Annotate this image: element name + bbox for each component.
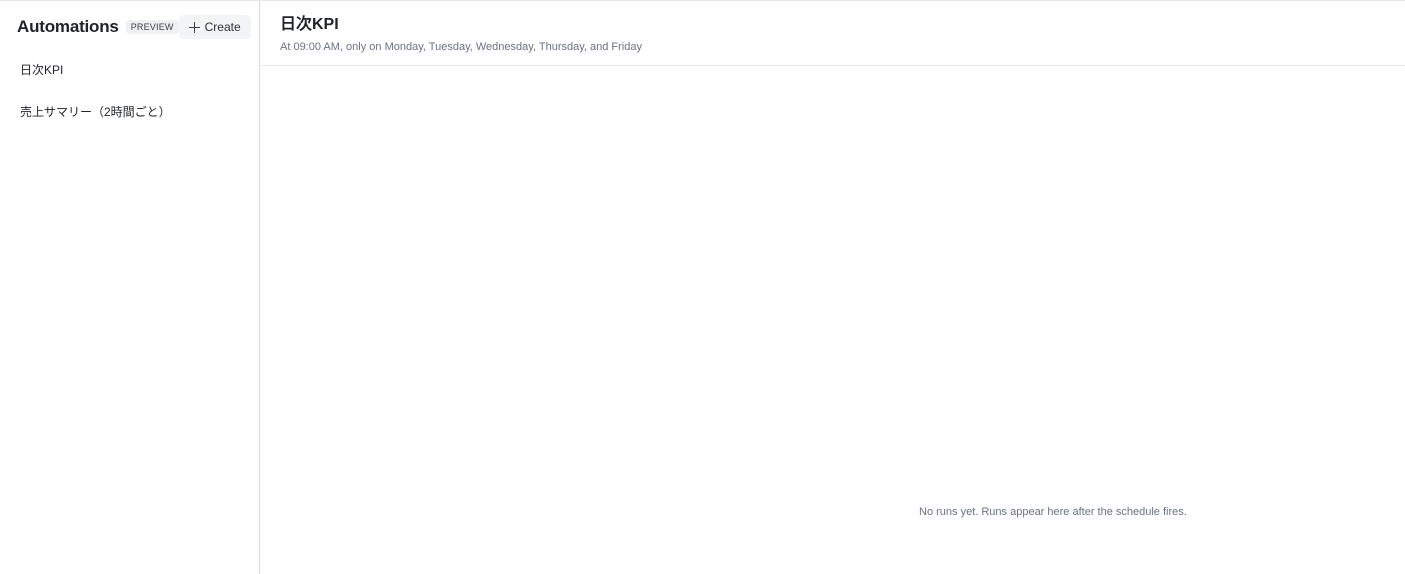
sidebar: Automations PREVIEW Create 日次KPI 売上サマリー（…	[0, 1, 260, 574]
schedule-description: At 09:00 AM, only on Monday, Tuesday, We…	[280, 41, 642, 53]
automations-app: Automations PREVIEW Create 日次KPI 売上サマリー（…	[0, 0, 1405, 574]
empty-runs-message: No runs yet. Runs appear here after the …	[919, 506, 1187, 518]
main-panel: 日次KPI At 09:00 AM, only on Monday, Tuesd…	[260, 1, 1405, 574]
automation-list: 日次KPI 売上サマリー（2時間ごと）	[8, 54, 252, 138]
main-header: 日次KPI At 09:00 AM, only on Monday, Tuesd…	[260, 1, 1405, 66]
sidebar-header: Automations PREVIEW Create	[17, 15, 251, 39]
preview-badge: PREVIEW	[125, 20, 179, 34]
page-title: 日次KPI	[280, 16, 339, 33]
create-button-label: Create	[204, 20, 241, 34]
plus-icon	[188, 21, 200, 33]
automation-item-daily-kpi[interactable]: 日次KPI	[8, 54, 252, 84]
sidebar-title: Automations	[17, 17, 119, 36]
automation-item-label: 日次KPI	[20, 62, 64, 77]
automation-item-label: 売上サマリー（2時間ごと）	[20, 104, 171, 119]
automation-item-sales-summary[interactable]: 売上サマリー（2時間ごと）	[8, 96, 252, 126]
create-button[interactable]: Create	[178, 15, 251, 39]
